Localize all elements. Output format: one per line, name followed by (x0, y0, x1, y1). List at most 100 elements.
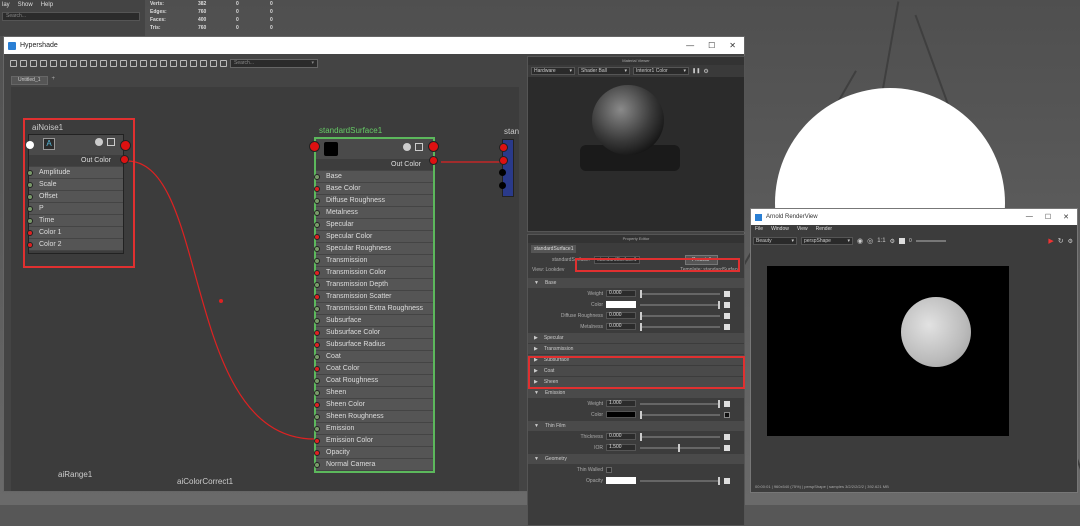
metalness-slider[interactable] (640, 322, 720, 331)
settings-icon[interactable]: ⚙ (703, 68, 708, 75)
attr-port-icon[interactable] (314, 354, 320, 360)
attr-port-icon[interactable] (314, 378, 320, 384)
input-port-icon[interactable] (499, 182, 506, 189)
render-play-icon[interactable]: ▶ (1048, 237, 1053, 245)
graph-tool-icon[interactable] (100, 59, 107, 67)
attr-port-icon[interactable] (314, 294, 320, 300)
graph-tool-icon[interactable] (50, 59, 57, 67)
attr-port-icon[interactable] (314, 246, 320, 252)
graph-tool-icon[interactable] (150, 59, 157, 67)
node-attr-row[interactable]: Transmission Extra Roughness (314, 303, 433, 315)
node-attr-row[interactable]: Transmission (314, 255, 433, 267)
node-attr-row[interactable]: Opacity (314, 447, 433, 459)
camera-dropdown[interactable]: perspShape ▾ (801, 237, 853, 245)
opacity-slider[interactable] (640, 476, 720, 485)
graph-tool-icon[interactable] (210, 59, 217, 67)
map-button-icon[interactable] (724, 477, 730, 484)
attr-port-icon[interactable] (314, 210, 320, 216)
map-button-icon[interactable] (724, 400, 730, 407)
input-port-icon[interactable] (499, 156, 508, 165)
map-button-icon[interactable] (724, 444, 730, 451)
node-attr-row[interactable]: Emission Color (314, 435, 433, 447)
close-icon[interactable]: ✕ (729, 41, 736, 50)
map-button-icon[interactable] (724, 301, 730, 308)
node-attr-row[interactable]: Coat (314, 351, 433, 363)
metalness-field[interactable]: 0.000 (606, 323, 636, 330)
ior-field[interactable]: 1.500 (606, 444, 636, 451)
render-canvas[interactable] (767, 266, 1009, 436)
thickness-field[interactable]: 0.000 (606, 433, 636, 440)
emission-weight-slider[interactable] (640, 399, 720, 408)
attr-port-icon[interactable] (314, 450, 320, 456)
diffuse-roughness-field[interactable]: 0.000 (606, 312, 636, 319)
attr-port-icon[interactable] (314, 390, 320, 396)
attr-port-icon[interactable] (314, 222, 320, 228)
graph-tool-icon[interactable] (190, 59, 197, 67)
graph-tool-icon[interactable] (180, 59, 187, 67)
standardsurface-node[interactable]: Out Color Base Base Color Diffuse Roughnes… (314, 137, 435, 473)
node-attr-row[interactable]: Coat Roughness (314, 375, 433, 387)
node-attr-row[interactable]: Subsurface Radius (314, 339, 433, 351)
attr-port-icon[interactable] (314, 186, 320, 192)
node-attr-row[interactable]: Base (314, 171, 433, 183)
section-header-thin-film[interactable]: ▼ Thin Film (528, 421, 744, 431)
graph-tool-icon[interactable] (20, 59, 27, 67)
attr-port-icon[interactable] (314, 414, 320, 420)
node-attr-row[interactable]: Specular Color (314, 231, 433, 243)
hypershade-search-input[interactable]: Search... ▾ (230, 58, 318, 68)
hypershade-titlebar[interactable]: Hypershade — ☐ ✕ (4, 37, 744, 54)
node-mode-icon[interactable] (403, 143, 411, 151)
node-attr-row[interactable]: Emission (314, 423, 433, 435)
node-attr-row[interactable]: Subsurface Color (314, 327, 433, 339)
renderer-dropdown[interactable]: Hardware ▾ (531, 67, 575, 75)
menu-item[interactable]: Help (41, 2, 53, 8)
input-port-icon[interactable] (309, 141, 320, 152)
maximize-icon[interactable]: ☐ (1045, 213, 1051, 221)
exposure-value[interactable]: 0 (909, 238, 912, 244)
graph-tool-icon[interactable] (80, 59, 87, 67)
attr-port-icon[interactable] (314, 198, 320, 204)
menu-item[interactable]: View (797, 225, 808, 234)
map-button-icon[interactable] (724, 290, 730, 297)
shape-dropdown[interactable]: Shader Ball ▾ (578, 67, 630, 75)
node-attr-row[interactable]: Specular (314, 219, 433, 231)
menu-item[interactable]: Show (18, 2, 33, 8)
ratio-label[interactable]: 1:1 (877, 238, 885, 244)
graph-tool-icon[interactable] (120, 59, 127, 67)
thin-walled-checkbox[interactable] (606, 466, 612, 473)
input-port-icon[interactable] (26, 141, 34, 149)
attr-port-icon[interactable] (314, 462, 320, 468)
attr-port-icon[interactable] (314, 270, 320, 276)
map-button-icon[interactable] (724, 433, 730, 440)
ior-slider[interactable] (640, 443, 720, 452)
ainoise-node[interactable]: A Out Color Amplitude Scale Offset P Tim… (27, 134, 124, 254)
input-port-icon[interactable] (499, 143, 508, 152)
graph-tool-icon[interactable] (60, 59, 67, 67)
node-collapse-icon[interactable] (415, 143, 423, 151)
attr-port-icon[interactable] (314, 306, 320, 312)
graph-tool-icon[interactable] (170, 59, 177, 67)
outliner-search-input[interactable]: Search... (2, 12, 140, 21)
attr-port-icon[interactable] (314, 426, 320, 432)
attr-port-icon[interactable] (314, 402, 320, 408)
section-header-transmission[interactable]: ▶ Transmission (528, 344, 744, 354)
graph-tool-icon[interactable] (10, 59, 17, 67)
menu-item[interactable]: Render (816, 225, 832, 234)
attr-port-icon[interactable] (314, 330, 320, 336)
menu-item[interactable]: lay (2, 2, 10, 8)
color-slider[interactable] (640, 300, 720, 309)
attr-port-icon[interactable] (314, 282, 320, 288)
emission-color-slider[interactable] (640, 410, 720, 419)
attr-port-icon[interactable] (314, 318, 320, 324)
weight-slider[interactable] (640, 289, 720, 298)
weight-field[interactable]: 0.000 (606, 290, 636, 297)
map-button-icon[interactable] (724, 323, 730, 330)
menu-item[interactable]: File (755, 225, 763, 234)
graph-tool-icon[interactable] (140, 59, 147, 67)
minimize-icon[interactable]: — (686, 41, 694, 50)
attr-port-icon[interactable] (314, 438, 320, 444)
region-icon[interactable]: ◎ (867, 237, 873, 245)
outcolor-port-icon[interactable] (429, 156, 438, 165)
attr-port-icon[interactable] (314, 234, 320, 240)
attr-port-icon[interactable] (314, 342, 320, 348)
